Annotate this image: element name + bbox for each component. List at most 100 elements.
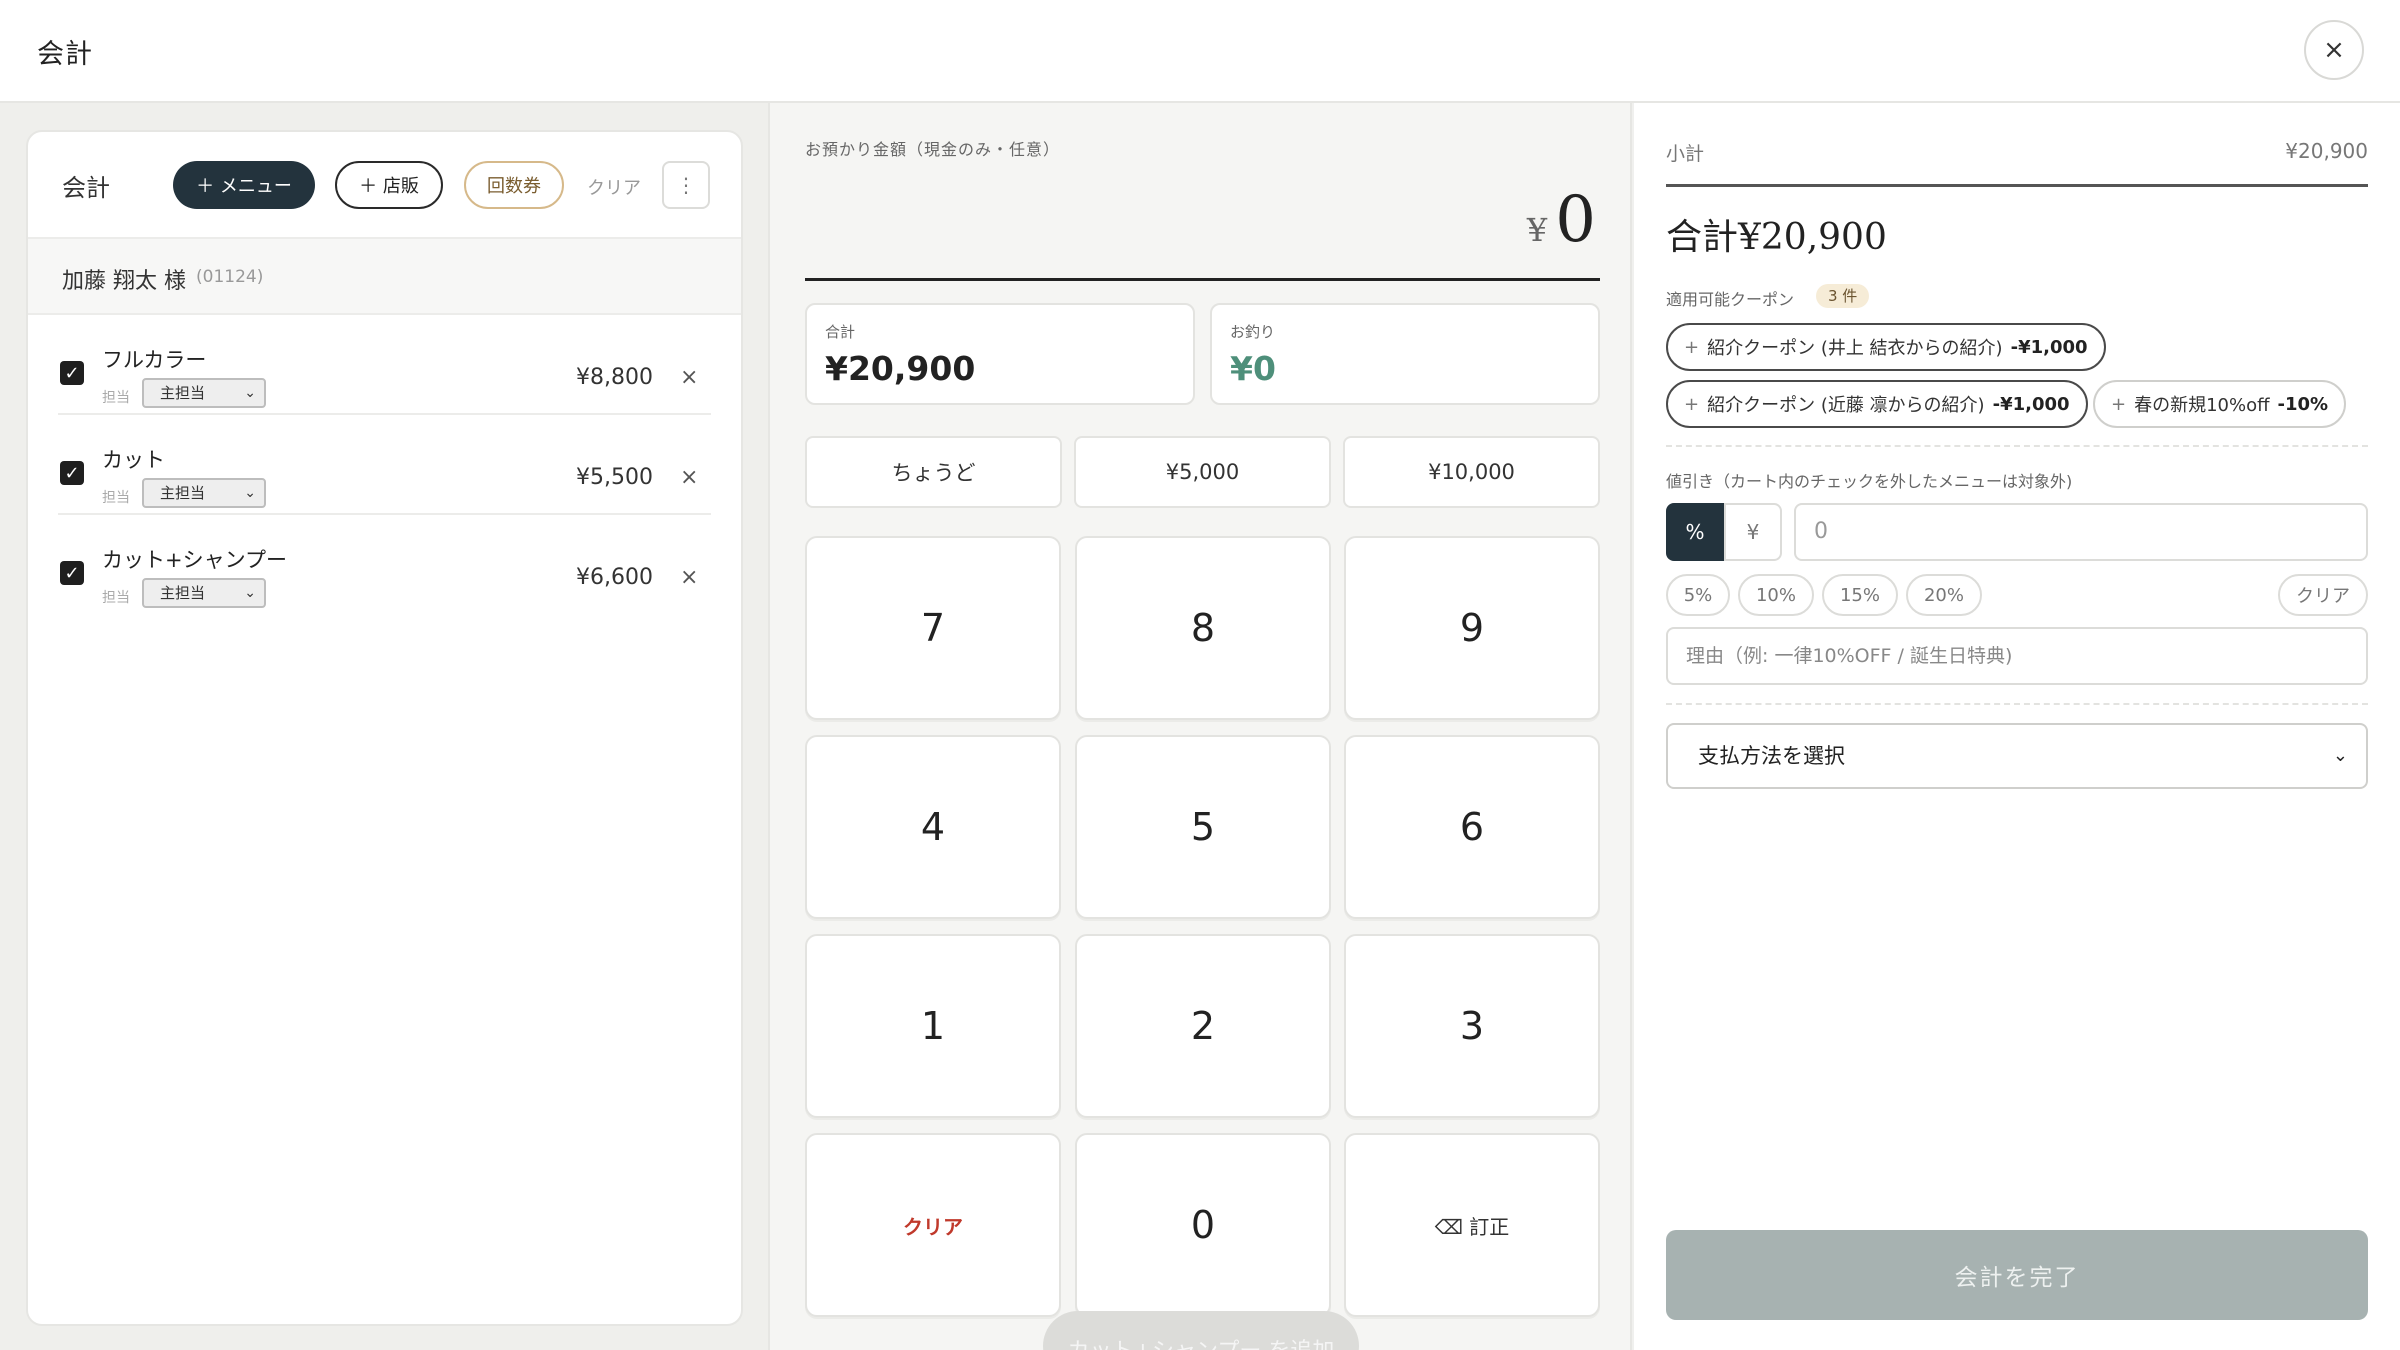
item-name: フルカラー [102,348,207,372]
staff-label: 担当 [102,390,130,406]
subtotal-value: ¥20,900 [2285,139,2368,163]
more-options-button[interactable]: ⋮ [662,161,710,209]
staff-select[interactable]: 主担当 ⌄ [142,378,266,408]
coupon-count-badge: 3 件 [1816,284,1870,308]
cart-title: 会計 [62,174,110,202]
key-backspace[interactable]: ⌫ 訂正 [1344,1133,1600,1317]
staff-select[interactable]: 主担当 ⌄ [142,478,266,508]
change-box-value: ¥0 [1230,349,1276,388]
quick-10000-button[interactable]: ¥10,000 [1343,436,1600,508]
key-clear[interactable]: クリア [805,1133,1061,1317]
check-icon: ✓ [64,362,80,384]
received-currency: ¥ [1526,211,1548,249]
payment-method-select[interactable]: 支払方法を選択 ⌄ [1666,723,2368,789]
coupon-chip[interactable]: + 春の新規10%off -10% [2093,380,2347,428]
item-checkbox[interactable]: ✓ [60,461,84,485]
remove-item-button[interactable]: × [680,565,698,590]
subtotal-row: 小計 ¥20,900 [1666,139,2368,187]
item-price: ¥5,500 [576,465,653,490]
check-icon: ✓ [64,562,80,584]
coupon-name: 紹介クーポン (井上 結衣からの紹介) [1707,338,2003,359]
coupon-chip[interactable]: + 紹介クーポン (近藤 凛からの紹介) -¥1,000 [1666,380,2088,428]
payment-method-value: 支払方法を選択 [1698,744,1845,768]
grand-total: 合計¥20,900 [1666,217,1887,258]
customer-code: (01124) [196,267,264,287]
total-box-label: 合計 [825,323,856,341]
key-2[interactable]: 2 [1075,934,1331,1118]
payment-column: お預かり金額（現金のみ・任意） ¥ 0 合計 ¥20,900 お釣り ¥0 ちょ… [768,103,1632,1350]
quick-5000-button[interactable]: ¥5,000 [1074,436,1331,508]
finish-checkout-button[interactable]: 会計を完了 [1666,1230,2368,1320]
key-5[interactable]: 5 [1075,735,1331,919]
cart-column: 会計 ＋ メニュー ＋ 店販 回数券 クリア ⋮ 加藤 翔太 様 (01124)… [0,103,768,1350]
ticket-button[interactable]: 回数券 [464,161,564,209]
close-icon: × [680,465,699,490]
cart-card: 会計 ＋ メニュー ＋ 店販 回数券 クリア ⋮ 加藤 翔太 様 (01124)… [26,130,743,1326]
received-amount-display[interactable]: ¥ 0 [1527,183,1596,257]
key-6[interactable]: 6 [1344,735,1600,919]
key-7[interactable]: 7 [805,536,1061,720]
key-9[interactable]: 9 [1344,536,1600,720]
staff-select-value: 主担当 [160,384,206,402]
item-checkbox[interactable]: ✓ [60,361,84,385]
change-box: お釣り ¥0 [1210,303,1600,405]
close-icon: × [2323,35,2345,65]
item-name: カット+シャンプー [102,548,287,572]
add-retail-button[interactable]: ＋ 店販 [335,161,443,209]
close-icon: × [680,365,699,390]
cart-item: ✓ カット+シャンプー 担当 主担当 ⌄ ¥6,600 × [28,515,741,615]
item-price: ¥6,600 [576,565,653,590]
discount-input[interactable]: 0 [1794,503,2368,561]
discount-reason-input[interactable]: 理由（例: 一律10%OFF / 誕生日特典) [1666,627,2368,685]
staff-select[interactable]: 主担当 ⌄ [142,578,266,608]
discount-chip-10[interactable]: 10% [1738,574,1814,616]
cart-item: ✓ カット 担当 主担当 ⌄ ¥5,500 × [28,415,741,515]
discount-clear-button[interactable]: クリア [2278,574,2368,616]
received-amount-value: 0 [1555,183,1596,257]
add-item-floating-button[interactable]: カット+シャンプー を追加 [1043,1311,1359,1350]
key-3[interactable]: 3 [1344,934,1600,1118]
summary-column: 小計 ¥20,900 合計¥20,900 適用可能クーポン 3 件 + 紹介クー… [1634,103,2400,1350]
total-box: 合計 ¥20,900 [805,303,1195,405]
coupon-amount: -¥1,000 [1992,393,2070,415]
cart-item: ✓ フルカラー 担当 主担当 ⌄ ¥8,800 × [28,315,741,415]
item-checkbox[interactable]: ✓ [60,561,84,585]
key-1[interactable]: 1 [805,934,1061,1118]
customer-name: 加藤 翔太 様 [62,269,186,294]
customer-row: 加藤 翔太 様 (01124) [28,239,741,315]
remove-item-button[interactable]: × [680,465,698,490]
discount-chip-5[interactable]: 5% [1666,574,1730,616]
coupon-chip[interactable]: + 紹介クーポン (井上 結衣からの紹介) -¥1,000 [1666,323,2106,371]
plus-icon: + [2111,393,2127,415]
discount-chip-20[interactable]: 20% [1906,574,1982,616]
subtotal-label: 小計 [1666,143,1705,165]
cart-toolbar: 会計 ＋ メニュー ＋ 店販 回数券 クリア ⋮ [28,132,741,239]
received-amount-label: お預かり金額（現金のみ・任意） [805,140,1061,159]
close-button[interactable]: × [2304,20,2364,80]
plus-icon: + [1684,336,1700,358]
discount-percent-toggle[interactable]: % [1666,503,1724,561]
key-4[interactable]: 4 [805,735,1061,919]
coupon-name: 紹介クーポン (近藤 凛からの紹介) [1707,395,1985,416]
chevron-down-icon: ⌄ [244,485,256,501]
discount-chip-15[interactable]: 15% [1822,574,1898,616]
item-price: ¥8,800 [576,365,653,390]
key-0[interactable]: 0 [1075,1133,1331,1317]
add-menu-button[interactable]: ＋ メニュー [173,161,315,209]
quick-exact-button[interactable]: ちょうど [805,436,1062,508]
remove-item-button[interactable]: × [680,365,698,390]
item-name: カット [102,448,165,472]
app-header: 会計 × [0,0,2400,103]
coupon-label: 適用可能クーポン [1666,290,1795,309]
more-vertical-icon: ⋮ [676,173,696,197]
key-8[interactable]: 8 [1075,536,1331,720]
discount-yen-toggle[interactable]: ¥ [1724,503,1782,561]
discount-label: 値引き（カート内のチェックを外したメニューは対象外) [1666,472,2073,491]
chevron-down-icon: ⌄ [244,585,256,601]
section-divider [1666,445,2368,447]
chevron-down-icon: ⌄ [244,385,256,401]
coupon-name: 春の新規10%off [2134,395,2270,416]
cart-clear-button[interactable]: クリア [587,174,641,200]
chevron-down-icon: ⌄ [2332,745,2348,766]
coupon-amount: -¥1,000 [2010,336,2088,358]
